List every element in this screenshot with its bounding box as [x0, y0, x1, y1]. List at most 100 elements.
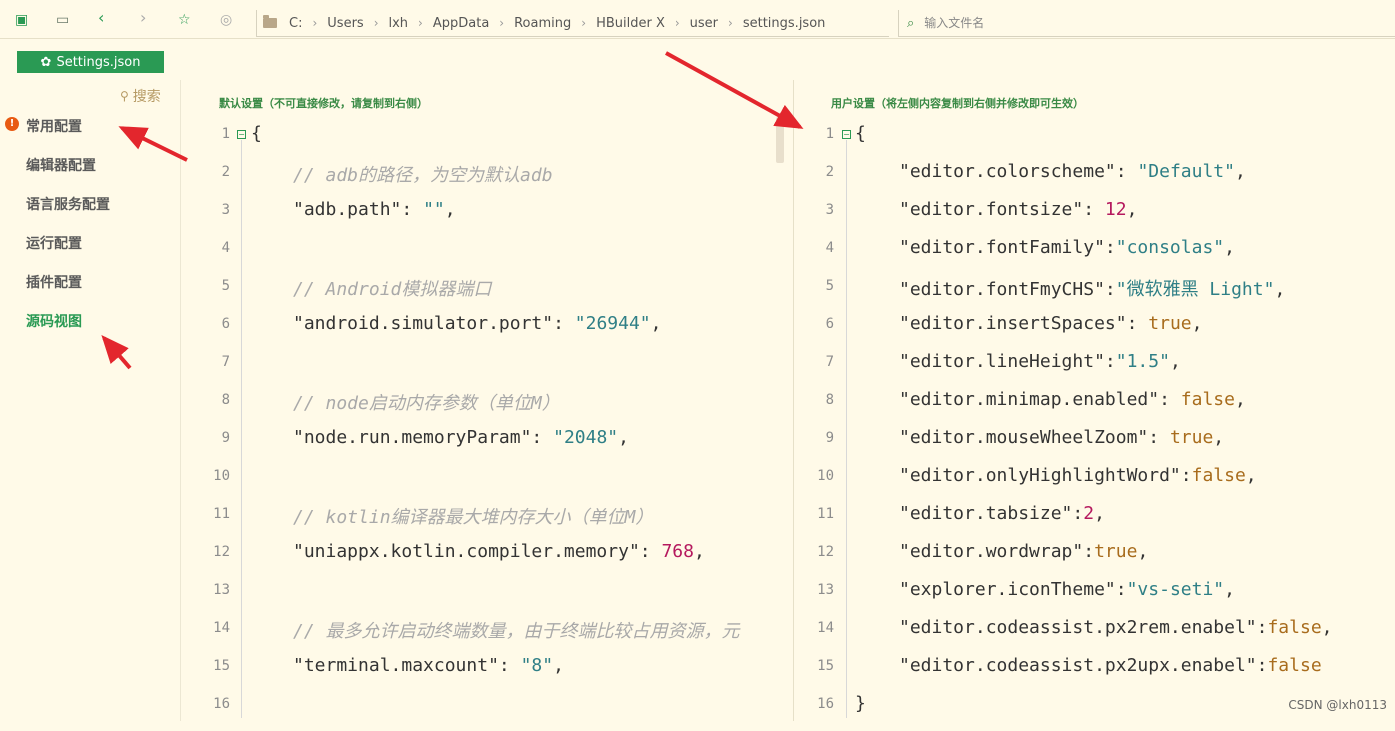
code-token: "consolas" [1115, 237, 1225, 258]
code-line[interactable]: "editor.fontFamily":"consolas", [899, 237, 1235, 275]
code-line[interactable]: "editor.codeassist.px2upx.enabel":false [899, 655, 1322, 693]
code-token: , [1234, 161, 1246, 182]
code-line[interactable]: "adb.path": "", [293, 199, 776, 237]
code-token: "editor.fontFamily" [899, 237, 1105, 258]
code-token: , [1213, 427, 1225, 448]
star-icon[interactable]: ☆ [178, 13, 191, 27]
code-line[interactable]: "explorer.iconTheme":"vs-seti", [899, 579, 1235, 617]
code-line[interactable]: // kotlin编译器最大堆内存大小（单位M） [293, 503, 776, 541]
code-token: "Default" [1137, 161, 1235, 182]
code-line[interactable]: "editor.wordwrap":true, [899, 541, 1148, 579]
code-line[interactable]: { [251, 123, 776, 161]
code-line[interactable]: // node启动内存参数（单位M） [293, 389, 776, 427]
code-token: , [553, 655, 564, 676]
nav-item-run[interactable]: 运行配置 [26, 233, 82, 253]
code-token: 2 [1083, 503, 1095, 524]
code-line[interactable] [293, 465, 776, 503]
line-number: 14 [817, 620, 834, 636]
breadcrumb-item[interactable]: C: [289, 16, 302, 31]
code-token: // kotlin编译器最大堆内存大小（单位M） [293, 507, 654, 528]
code-line[interactable]: "editor.mouseWheelZoom": true, [899, 427, 1224, 465]
back-icon[interactable]: ‹ [98, 10, 104, 26]
default-editor-scrollbar[interactable] [776, 117, 784, 163]
save-icon[interactable]: ▭ [56, 13, 69, 27]
code-line[interactable]: // Android模拟器端口 [293, 275, 776, 313]
arrow-to-user-settings [665, 51, 804, 129]
file-search-box[interactable]: ⌕ [898, 10, 1395, 37]
code-token: false [1191, 465, 1246, 486]
code-token: false [1267, 655, 1322, 676]
breadcrumb-item[interactable]: Users [327, 16, 363, 31]
code-line[interactable]: // adb的路径，为空为默认adb [293, 161, 776, 199]
code-token: : [1148, 427, 1170, 448]
new-file-icon[interactable]: ▣ [15, 13, 28, 27]
code-line[interactable]: "editor.minimap.enabled": false, [899, 389, 1246, 427]
line-number: 13 [817, 582, 834, 598]
code-token: "editor.fontsize" [899, 199, 1084, 220]
code-line[interactable]: "editor.tabsize":2, [899, 503, 1105, 541]
code-token: : [498, 655, 521, 676]
code-token: "terminal.maxcount" [293, 655, 499, 676]
code-token: "editor.fontFmyCHS" [899, 279, 1105, 300]
code-line[interactable]: "editor.onlyHighlightWord":false, [899, 465, 1257, 503]
nav-item-common[interactable]: 常用配置 [26, 116, 82, 136]
file-search-input[interactable] [922, 15, 1227, 31]
line-number: 13 [213, 582, 230, 598]
code-token: : [1083, 199, 1105, 220]
code-line[interactable] [293, 351, 776, 389]
chevron-right-icon: › [418, 16, 423, 30]
code-line[interactable]: // 最多允许启动终端数量，由于终端比较占用资源，元 [293, 617, 776, 655]
code-token: : [1104, 237, 1116, 258]
breadcrumb-item[interactable]: Roaming [514, 16, 571, 31]
line-number: 10 [817, 468, 834, 484]
run-icon[interactable]: ◎ [220, 13, 232, 27]
breadcrumb-item[interactable]: lxh [389, 16, 409, 31]
code-line[interactable]: "android.simulator.port": "26944", [293, 313, 776, 351]
code-line[interactable]: } [855, 693, 866, 731]
code-line[interactable]: "editor.insertSpaces": true, [899, 313, 1202, 351]
code-token: "" [423, 199, 445, 220]
settings-tab[interactable]: ✿ Settings.json [17, 51, 164, 73]
settings-tab-label: Settings.json [56, 54, 141, 70]
line-number: 3 [221, 202, 230, 218]
code-line[interactable]: "node.run.memoryParam": "2048", [293, 427, 776, 465]
line-number: 8 [221, 392, 230, 408]
code-token: "editor.onlyHighlightWord" [899, 465, 1181, 486]
code-line[interactable]: "terminal.maxcount": "8", [293, 655, 776, 693]
nav-item-source-view[interactable]: 源码视图 [26, 311, 82, 331]
code-line[interactable] [293, 579, 776, 617]
code-token: // adb的路径，为空为默认adb [293, 165, 553, 186]
code-line[interactable]: "editor.colorscheme": "Default", [899, 161, 1246, 199]
arrow-to-common-config [118, 126, 188, 162]
code-line[interactable]: "editor.codeassist.px2rem.enabel":false, [899, 617, 1333, 655]
line-number: 12 [213, 544, 230, 560]
code-line[interactable] [293, 693, 776, 731]
nav-item-plugins[interactable]: 插件配置 [26, 272, 82, 292]
code-line[interactable]: "uniappx.kotlin.compiler.memory": 768, [293, 541, 776, 579]
code-line[interactable]: "editor.fontFmyCHS":"微软雅黑 Light", [899, 275, 1285, 313]
code-token: : [1083, 541, 1095, 562]
nav-item-editor[interactable]: 编辑器配置 [26, 155, 96, 175]
code-token: false [1267, 617, 1322, 638]
forward-icon[interactable]: › [140, 10, 146, 26]
line-number: 10 [213, 468, 230, 484]
fold-toggle-icon[interactable]: − [842, 130, 851, 139]
nav-item-language-service[interactable]: 语言服务配置 [26, 194, 110, 214]
breadcrumb-item[interactable]: user [690, 16, 718, 31]
code-line[interactable]: { [855, 123, 866, 161]
line-number: 11 [213, 506, 230, 522]
breadcrumb-item[interactable]: settings.json [743, 16, 826, 31]
code-token: : [1115, 161, 1138, 182]
chevron-right-icon: › [312, 16, 318, 30]
path-breadcrumb[interactable]: C: › Users › lxh › AppData › Roaming › HBuild… [256, 10, 889, 37]
breadcrumb-item[interactable]: AppData [433, 16, 489, 31]
fold-toggle-icon[interactable]: − [237, 130, 246, 139]
code-token: "editor.insertSpaces" [899, 313, 1127, 334]
nav-search-button[interactable]: ⚲ 搜索 [120, 86, 161, 106]
code-line[interactable] [293, 237, 776, 275]
line-number: 6 [825, 316, 834, 332]
code-token: : [1256, 617, 1268, 638]
code-line[interactable]: "editor.lineHeight":"1.5", [899, 351, 1181, 389]
code-line[interactable]: "editor.fontsize": 12, [899, 199, 1137, 237]
breadcrumb-item[interactable]: HBuilder X [596, 16, 665, 31]
